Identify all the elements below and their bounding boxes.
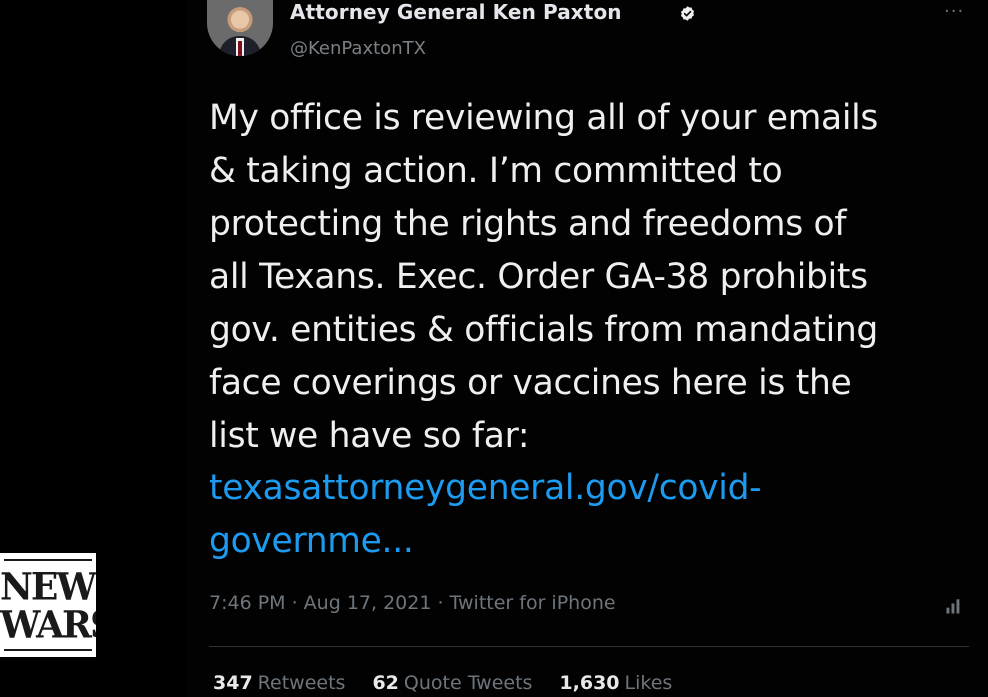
author-handle[interactable]: @KenPaxtonTX: [290, 38, 426, 59]
logo-rule-bottom: [4, 649, 92, 651]
verified-badge-icon: [680, 6, 695, 21]
tweet-timestamp-source[interactable]: 7:46 PM · Aug 17, 2021 · Twitter for iPh…: [209, 592, 616, 614]
author-display-name[interactable]: Attorney General Ken Paxton: [290, 0, 622, 24]
tweet-link[interactable]: texasattorneygeneral.gov/covid- governme…: [209, 462, 984, 568]
divider: [209, 646, 969, 647]
likes-label: Likes: [624, 672, 673, 694]
retweets-label: Retweets: [257, 672, 346, 694]
newswars-logo: NEWS WARS: [0, 553, 96, 657]
logo-line-news: NEWS: [0, 564, 96, 610]
quote-tweets-label: Quote Tweets: [403, 672, 533, 694]
likes-stat[interactable]: 1,630 Likes: [559, 672, 672, 694]
logo-rule-top: [4, 559, 92, 561]
avatar-tie: [238, 41, 242, 56]
retweets-stat[interactable]: 347 Retweets: [213, 672, 345, 694]
likes-count: 1,630: [559, 672, 620, 694]
retweets-count: 347: [213, 672, 253, 694]
quote-tweets-count: 62: [372, 672, 399, 694]
quote-tweets-stat[interactable]: 62 Quote Tweets: [372, 672, 532, 694]
tweet-stats: 347 Retweets 62 Quote Tweets 1,630 Likes: [213, 672, 699, 694]
tweet-body-text: My office is reviewing all of your email…: [209, 98, 879, 456]
analytics-icon[interactable]: [944, 596, 964, 616]
logo-line-wars: WARS: [0, 602, 96, 648]
more-options-icon[interactable]: ...: [944, 0, 964, 17]
